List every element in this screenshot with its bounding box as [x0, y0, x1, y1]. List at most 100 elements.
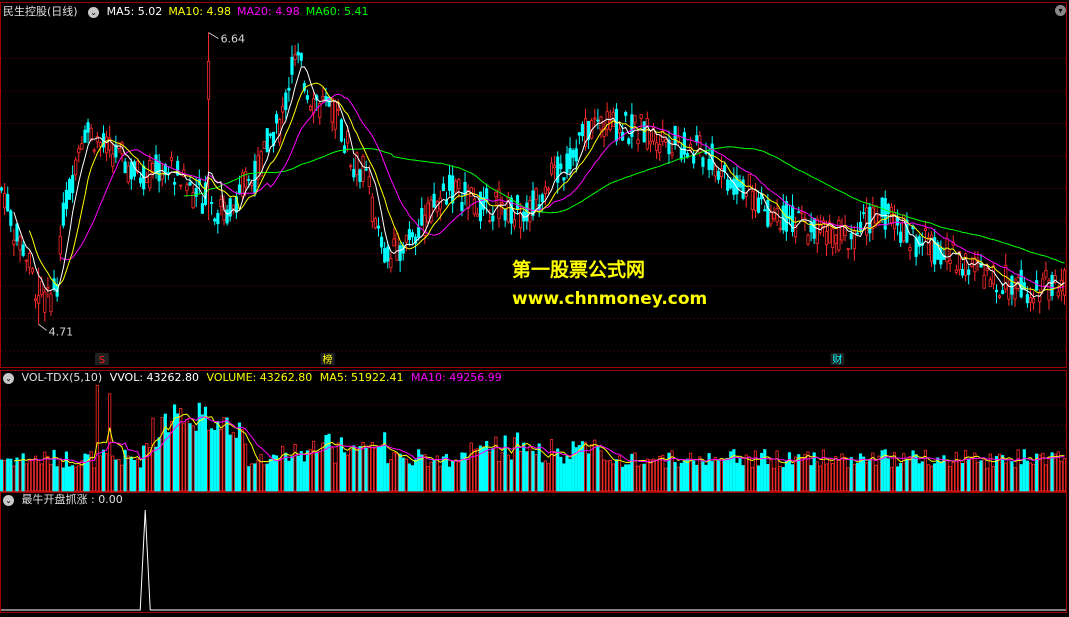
ma-label-ma10: MA10: 4.98 — [168, 5, 232, 18]
chevron-down-icon[interactable]: ⌄ — [3, 372, 14, 384]
volume-ma10-value: MA10: 49256.99 — [411, 371, 502, 384]
volume-bar — [800, 457, 804, 492]
volume-bar — [803, 454, 807, 492]
candle-body — [478, 191, 483, 222]
volume-ma5-value: MA5: 51922.41 — [319, 371, 404, 384]
volume-bar — [237, 422, 242, 492]
candle-body — [577, 132, 581, 136]
volume-bar — [549, 439, 554, 492]
volume-bar — [655, 459, 659, 492]
candle-body — [559, 163, 563, 169]
volume-bar — [117, 459, 121, 492]
candle-body — [361, 155, 365, 182]
chevron-down-icon[interactable]: ⌄ — [88, 6, 100, 18]
volume-bar — [386, 463, 390, 492]
candle-body — [293, 54, 297, 60]
volume-value: VOLUME: 43262.80 — [206, 371, 313, 384]
candle-body — [417, 227, 421, 238]
low-price-label: 4.71 — [49, 325, 73, 338]
volume-bar — [349, 449, 353, 492]
candle-body — [225, 209, 229, 224]
volume-bar — [185, 419, 189, 492]
volume-bar — [939, 461, 943, 492]
volume-bar — [197, 402, 201, 492]
candle-body — [83, 129, 87, 143]
volume-bar — [1007, 459, 1011, 492]
candle-body — [24, 259, 28, 262]
candle-body — [982, 274, 986, 289]
volume-bar — [960, 462, 965, 492]
candle-body — [296, 51, 300, 56]
volume-bar — [685, 458, 690, 492]
volume-bar — [27, 460, 31, 492]
candle-body — [837, 219, 841, 251]
candle-body — [58, 235, 62, 255]
volume-bar — [828, 457, 832, 492]
volume-bar — [1010, 461, 1014, 492]
candle-body — [815, 218, 819, 244]
candle-body — [154, 154, 158, 175]
candle-body — [80, 143, 84, 150]
volume-bar — [821, 449, 826, 492]
candle-body — [278, 119, 282, 143]
volume-bar — [624, 464, 628, 492]
chevron-down-icon[interactable]: ⌄ — [3, 494, 14, 506]
candle-body — [472, 198, 476, 215]
ma-label-ma20: MA20: 4.98 — [237, 5, 300, 18]
candle-body — [1025, 294, 1029, 304]
volume-bar — [744, 454, 748, 492]
candle-body — [880, 197, 884, 217]
volume-bar — [877, 455, 881, 492]
settings-icon[interactable]: ▾ — [1052, 2, 1069, 18]
volume-bar — [543, 460, 547, 492]
candle-body — [772, 211, 776, 220]
candle-body — [466, 190, 470, 209]
volume-bar — [917, 463, 921, 492]
candle-body — [287, 87, 291, 91]
volume-bar — [1062, 457, 1067, 492]
volume-bar — [562, 463, 566, 492]
volume-bar — [957, 459, 961, 492]
candle-body — [766, 199, 770, 227]
candle-body — [173, 182, 177, 185]
candle-body — [129, 161, 133, 180]
candle-body — [763, 209, 767, 212]
volume-bar — [892, 452, 897, 492]
volume-bar — [587, 453, 591, 492]
candle-body — [701, 157, 705, 167]
volume-bar — [559, 456, 563, 492]
volume-bar — [1047, 457, 1051, 492]
candle-body — [1031, 297, 1036, 304]
volume-bar — [602, 459, 606, 492]
volume-bar — [899, 463, 903, 492]
volume-bar — [222, 417, 226, 492]
volume-bar — [129, 456, 133, 492]
candle-body — [447, 174, 452, 191]
volume-bar — [132, 460, 136, 492]
candle-body — [3, 193, 7, 209]
volume-bar — [179, 408, 183, 492]
volume-bar — [695, 464, 699, 492]
candle-body — [46, 287, 50, 290]
candle-body — [105, 136, 109, 154]
volume-bar — [719, 458, 724, 492]
volume-bar — [37, 459, 41, 492]
volume-bar — [571, 441, 575, 492]
volume-bar — [420, 454, 424, 492]
candle-body — [185, 184, 189, 192]
candle-body — [200, 203, 204, 214]
candle-body — [549, 162, 554, 175]
volume-bar — [642, 463, 646, 492]
volume-bar — [30, 459, 35, 492]
candle-body — [1010, 275, 1014, 295]
volume-bar — [713, 456, 717, 492]
candle-body — [655, 142, 659, 151]
volume-bar — [219, 428, 223, 492]
volume-bar — [846, 467, 850, 492]
candle-body — [367, 176, 371, 187]
volume-bar — [611, 463, 615, 492]
candle-body — [169, 157, 174, 161]
volume-bar — [114, 459, 118, 492]
volume-bar — [815, 461, 819, 492]
candle-body — [404, 234, 408, 243]
